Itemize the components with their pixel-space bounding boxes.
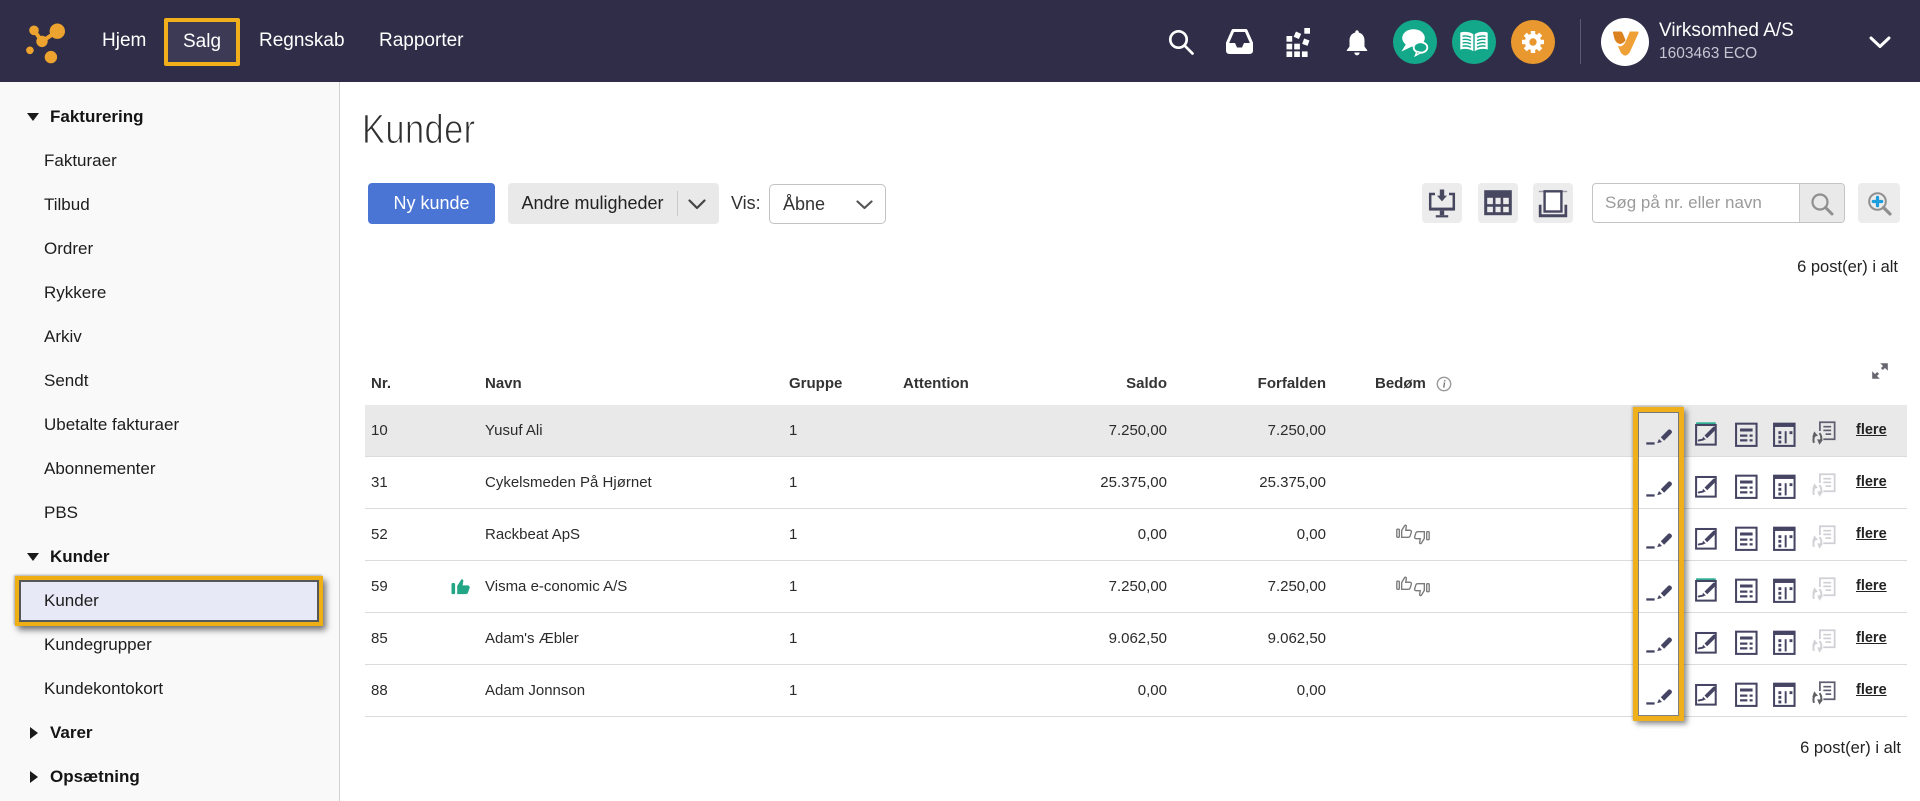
svg-text:i: i — [1443, 380, 1446, 391]
